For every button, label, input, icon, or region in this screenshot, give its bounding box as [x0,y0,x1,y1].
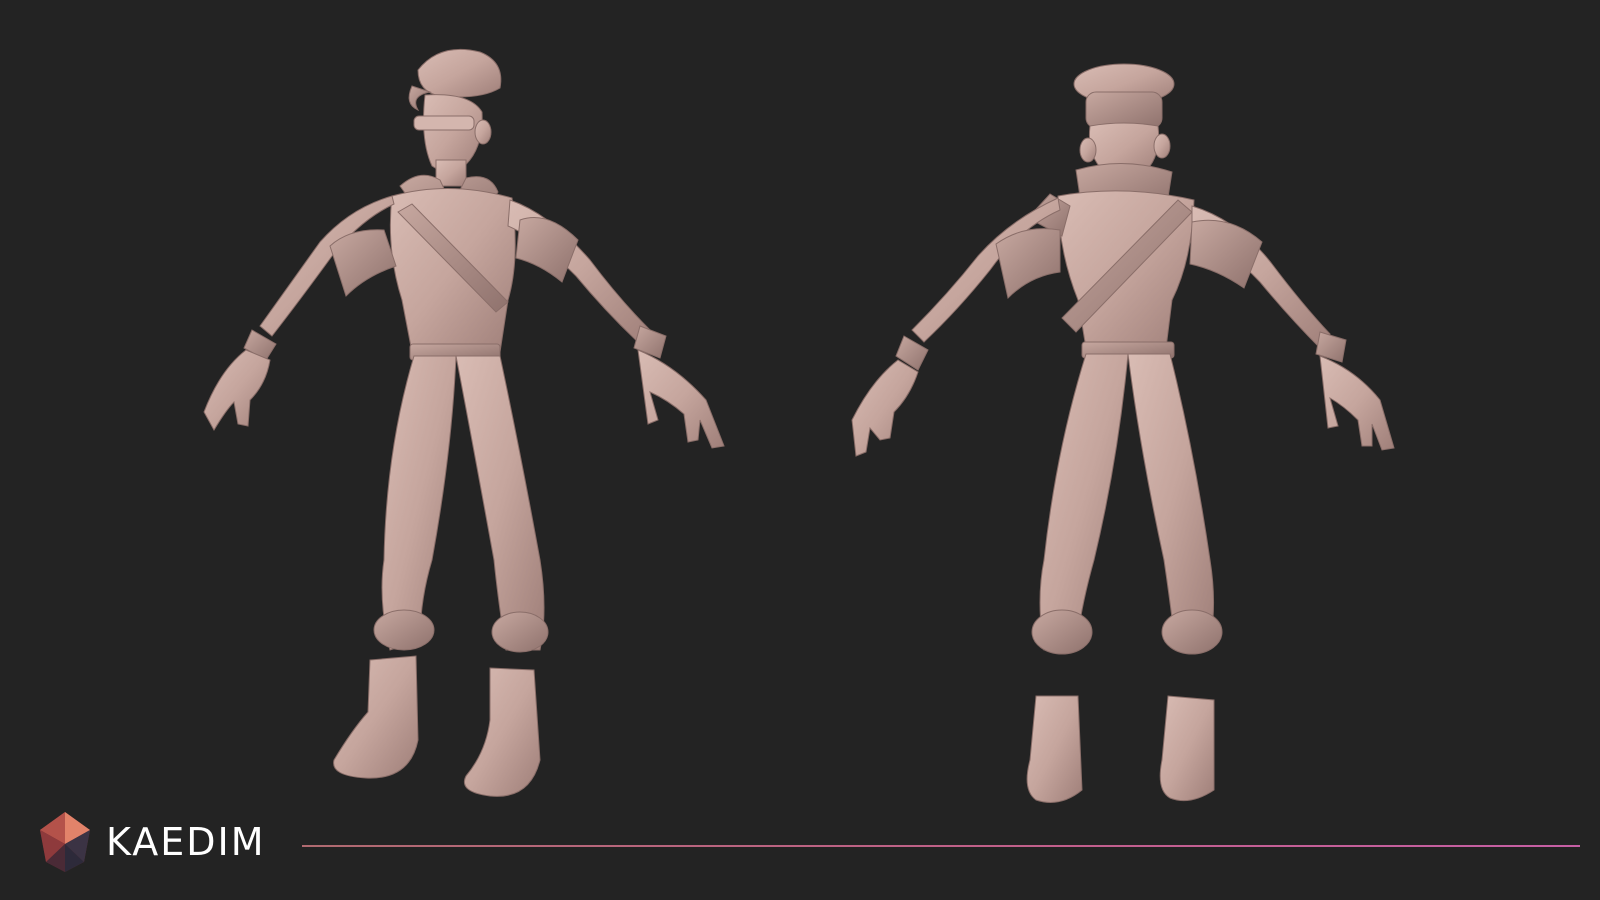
front-view-model [203,48,725,797]
leg-left-front [381,355,457,651]
leg-left-back [1039,353,1129,651]
hand-right-back [1319,355,1395,451]
brand-divider-line [302,845,1580,847]
brand-lockup: KAEDIM [36,810,266,874]
pant-cuff-right-back [1161,609,1223,655]
boot-left-back [1026,695,1083,803]
back-view-model [851,63,1395,803]
pant-cuff-left-front [373,609,435,651]
pant-cuff-right-front [491,611,549,653]
hand-right-front [637,349,725,449]
render-canvas: KAEDIM [0,0,1600,900]
boot-left-front [333,655,419,779]
hand-left-back [851,359,919,457]
pant-cuff-left-back [1031,609,1093,655]
sleeve-right-front [515,217,579,283]
brand-name: KAEDIM [106,820,266,864]
ear-back-left [1079,137,1097,163]
leg-right-back [1127,353,1215,651]
cap-front [417,48,502,98]
sleeve-left-front [329,229,397,297]
ear-front [474,119,492,145]
hand-left-front [203,349,271,431]
sleeve-right-back [1189,219,1263,289]
boot-right-front [464,667,541,797]
character-render [203,48,1395,803]
kaedim-gem-icon [40,812,90,872]
boot-right-back [1159,695,1215,802]
leg-right-front [455,355,545,651]
sunglasses [413,115,475,131]
ear-back-right [1153,133,1171,159]
sleeve-left-back [995,228,1061,299]
